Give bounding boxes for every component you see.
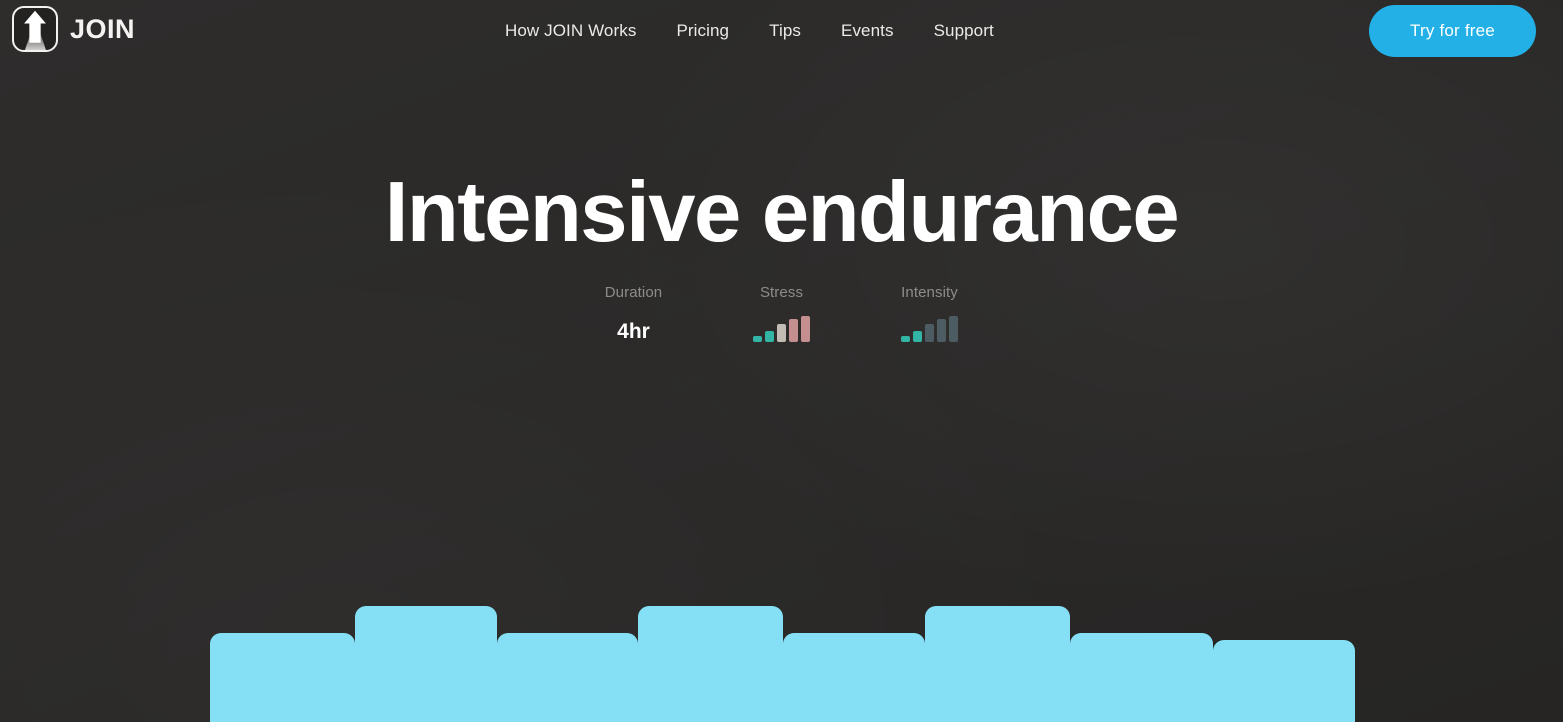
stat-duration-label: Duration [604,284,663,301]
brand-name: JOIN [70,13,136,44]
level-bar [753,336,762,342]
profile-bar [1070,632,1213,722]
level-bar [913,331,922,342]
page-root: JOIN How JOIN Works Pricing Tips Events … [0,0,1563,722]
workout-stats: Duration 4hr Stress Intensity [0,285,1563,342]
site-header: JOIN How JOIN Works Pricing Tips Events … [0,0,1563,62]
level-bar [901,336,910,342]
nav-item-events[interactable]: Events [821,15,914,47]
workout-power-profile-chart [210,600,1355,722]
nav-item-pricing[interactable]: Pricing [656,15,749,47]
profile-bar [783,632,925,722]
nav-item-support[interactable]: Support [914,15,1014,47]
stress-level-bars [708,316,856,342]
stat-stress: Stress [708,285,856,342]
stat-stress-label: Stress [759,284,804,301]
profile-bar [1213,640,1355,722]
stat-duration: Duration 4hr [560,285,708,342]
page-title: Intensive endurance [384,165,1180,260]
level-bar [777,324,786,342]
level-bar [937,319,946,342]
nav-item-how-join-works[interactable]: How JOIN Works [505,15,656,47]
level-bar [949,316,958,342]
stat-duration-value: 4hr [617,320,650,343]
profile-bar [638,606,783,722]
main-navigation: How JOIN Works Pricing Tips Events Suppo… [505,0,1014,62]
try-for-free-button[interactable]: Try for free [1369,5,1536,57]
hero-section: Intensive endurance [0,170,1563,255]
up-arrow-road-logo-icon [12,6,58,52]
profile-bar [355,606,497,722]
level-bar [801,316,810,342]
level-bar [925,324,934,342]
level-bar [765,331,774,342]
stat-intensity: Intensity [856,285,1004,342]
profile-bar [925,606,1070,722]
nav-item-tips[interactable]: Tips [749,15,821,47]
brand-logo-link[interactable]: JOIN [12,6,135,52]
profile-bar [210,632,355,722]
profile-bar [497,632,638,722]
stat-intensity-label: Intensity [901,284,958,301]
level-bar [789,319,798,342]
intensity-level-bars [856,316,1004,342]
